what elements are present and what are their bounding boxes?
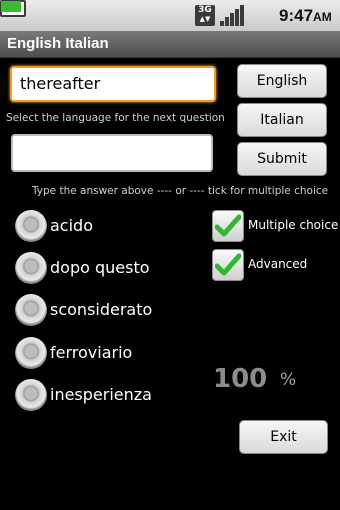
choice-label: ferroviario (50, 343, 133, 362)
radio-button-icon[interactable] (15, 294, 47, 326)
word-input[interactable]: thereafter (10, 66, 216, 102)
choice-radio-5[interactable]: inesperienza (14, 378, 204, 412)
status-bar: 3G ▲▼ 9:47AM (0, 0, 340, 31)
answer-input[interactable] (11, 134, 213, 172)
signal-strength-icon (220, 5, 244, 26)
choice-radio-4[interactable]: ferroviario (14, 336, 204, 370)
checkmark-icon[interactable] (212, 249, 244, 281)
radio-button-icon[interactable] (15, 379, 47, 411)
choice-label: dopo questo (50, 258, 150, 277)
choice-label: acido (50, 216, 93, 235)
submit-button[interactable]: Submit (237, 142, 327, 176)
app-title: English Italian (7, 35, 109, 52)
language-hint: Select the language for the next questio… (6, 112, 225, 124)
radio-button-icon[interactable] (15, 210, 47, 242)
answer-hint: Type the answer above ---- or ---- tick … (32, 185, 329, 197)
multiple-choice-label: Multiple choice (248, 218, 339, 232)
advanced-checkbox[interactable]: Advanced (212, 249, 340, 281)
clock-time: 9:47 (279, 6, 314, 25)
3g-data-icon: 3G ▲▼ (195, 5, 215, 26)
clock-ampm: AM (313, 10, 332, 24)
checkmark-icon[interactable] (212, 210, 244, 242)
choice-label: sconsiderato (50, 300, 153, 319)
radio-button-icon[interactable] (15, 337, 47, 369)
exit-button[interactable]: Exit (239, 420, 328, 454)
english-button[interactable]: English (237, 64, 327, 98)
italian-button[interactable]: Italian (237, 103, 327, 137)
battery-icon (0, 0, 26, 17)
network-type: 3G (198, 5, 212, 15)
advanced-label: Advanced (248, 257, 308, 271)
radio-button-icon[interactable] (15, 252, 47, 284)
choice-radio-2[interactable]: dopo questo (14, 251, 204, 285)
choice-radio-3[interactable]: sconsiderato (14, 293, 204, 327)
clock: 9:47AM (279, 6, 332, 26)
score-value: 100 (213, 364, 268, 394)
multiple-choice-checkbox[interactable]: Multiple choice (212, 210, 340, 242)
choice-radio-1[interactable]: acido (14, 209, 204, 243)
title-bar: English Italian (0, 31, 340, 58)
score-unit: % (280, 370, 297, 390)
choice-label: inesperienza (50, 385, 152, 404)
